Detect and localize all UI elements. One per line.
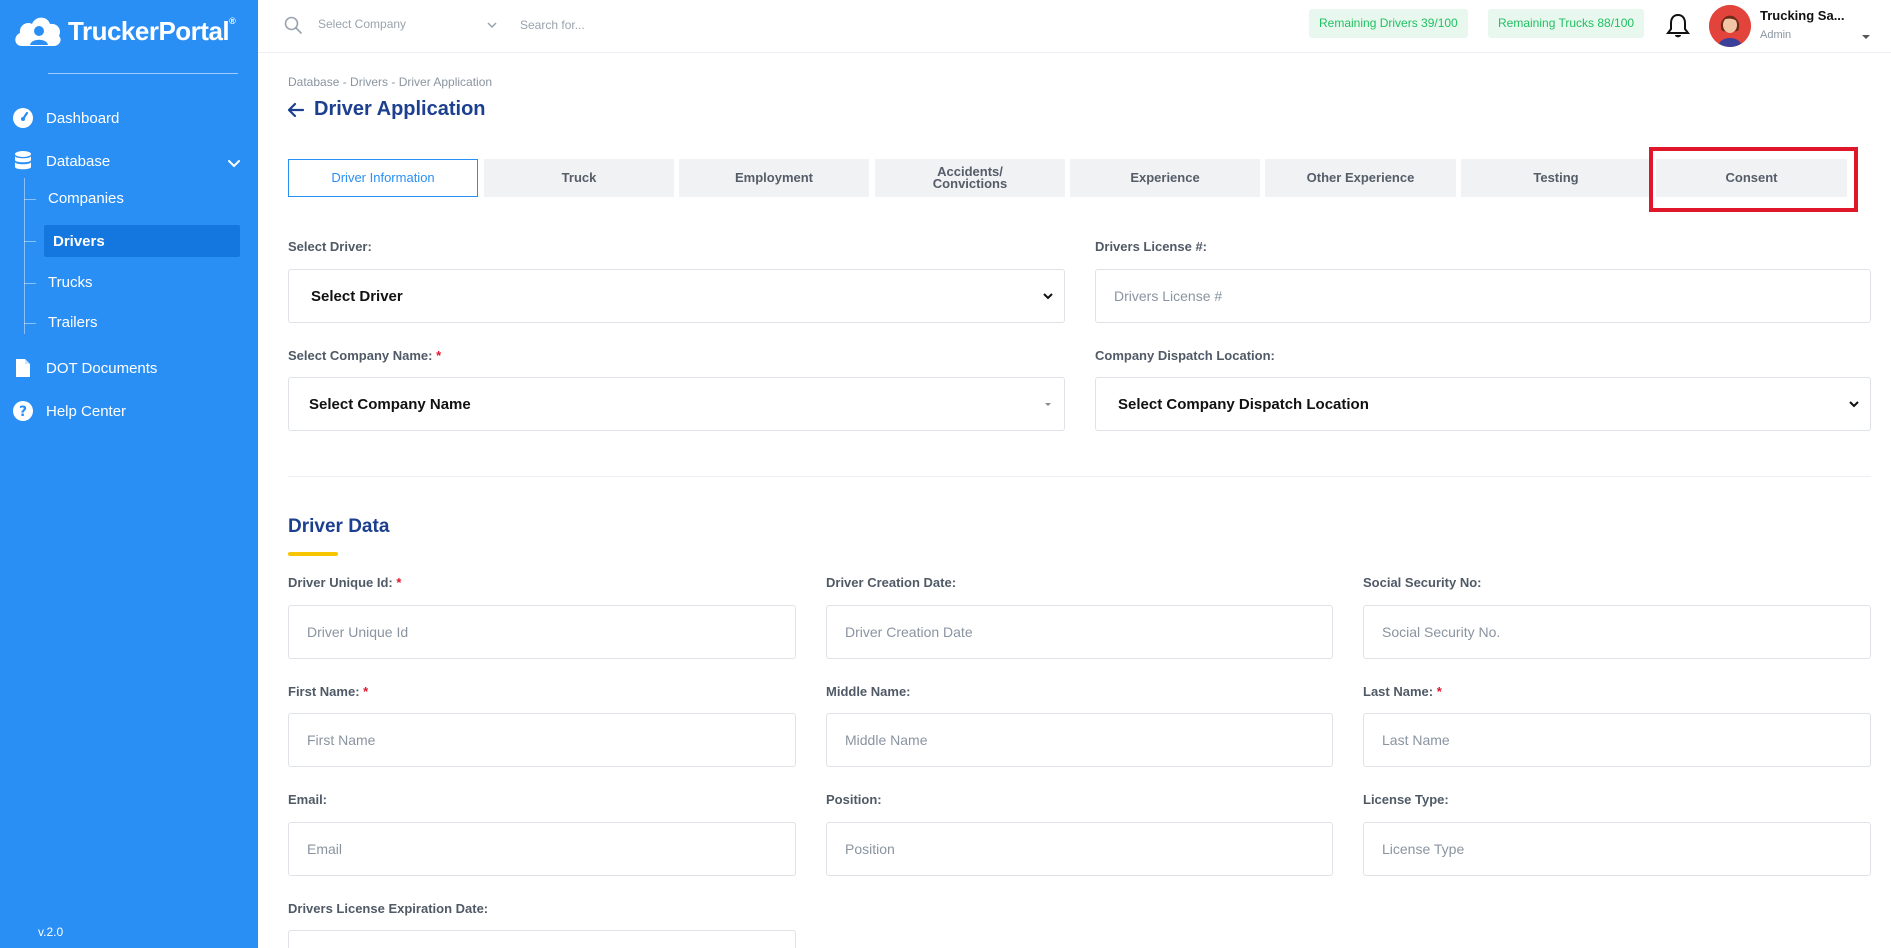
nav-dot-documents-label: DOT Documents	[46, 359, 158, 377]
drivers-license-input[interactable]: Drivers License #	[1095, 269, 1871, 323]
dispatch-location-label: Company Dispatch Location:	[1095, 348, 1275, 363]
email-input[interactable]: Email	[288, 822, 796, 876]
remaining-trucks-badge: Remaining Trucks 88/100	[1488, 9, 1645, 38]
cloud-person-icon	[15, 17, 61, 46]
submenu-tick	[24, 199, 36, 200]
dispatch-location-dropdown[interactable]: Select Company Dispatch Location	[1095, 377, 1871, 431]
app-version: v.2.0	[38, 925, 64, 939]
chevron-down-icon[interactable]	[486, 19, 498, 31]
tab-experience[interactable]: Experience	[1070, 159, 1260, 197]
license-expiration-input[interactable]	[288, 930, 796, 948]
driver-unique-id-label: Driver Unique Id: *	[288, 575, 402, 590]
tab-other-experience[interactable]: Other Experience	[1265, 159, 1456, 197]
tab-employment[interactable]: Employment	[679, 159, 869, 197]
submenu-line	[24, 178, 25, 334]
speedometer-icon	[12, 107, 34, 129]
chevron-down-icon	[1849, 401, 1859, 408]
search-icon	[284, 16, 302, 34]
search-input[interactable]	[520, 11, 820, 39]
driver-creation-date-input[interactable]: Driver Creation Date	[826, 605, 1333, 659]
license-type-input[interactable]: License Type	[1363, 822, 1871, 876]
topbar: Select Company Remaining Drivers 39/100 …	[258, 0, 1891, 53]
highlight-box	[1649, 147, 1858, 212]
last-name-input[interactable]: Last Name	[1363, 713, 1871, 767]
caret-down-icon	[1045, 403, 1051, 406]
chevron-down-icon	[1043, 293, 1053, 300]
bell-icon[interactable]	[1666, 13, 1690, 39]
nav-dashboard-label: Dashboard	[46, 109, 120, 127]
middle-name-label: Middle Name:	[826, 684, 911, 699]
nav-help-center[interactable]: ? Help Center	[12, 400, 126, 422]
nav-database-label: Database	[46, 152, 111, 170]
remaining-drivers-badge: Remaining Drivers 39/100	[1309, 9, 1468, 38]
company-name-value: Select Company Name	[309, 395, 471, 413]
middle-name-input[interactable]: Middle Name	[826, 713, 1333, 767]
caret-down-icon[interactable]	[1861, 33, 1871, 41]
submenu-tick	[24, 241, 36, 242]
email-label: Email:	[288, 792, 328, 807]
question-icon: ?	[12, 400, 34, 422]
tab-driver-information[interactable]: Driver Information	[288, 159, 478, 197]
nav-dot-documents[interactable]: DOT Documents	[12, 357, 157, 379]
select-driver-value: Select Driver	[311, 287, 403, 305]
database-icon	[12, 150, 34, 172]
sidebar-item-trailers[interactable]: Trailers	[48, 314, 97, 331]
license-type-label: License Type:	[1363, 792, 1449, 807]
last-name-label: Last Name: *	[1363, 684, 1442, 699]
nav-dashboard[interactable]: Dashboard	[12, 107, 119, 129]
svg-text:?: ?	[19, 404, 27, 420]
user-role: Admin	[1760, 29, 1792, 41]
select-driver-dropdown[interactable]: Select Driver	[288, 269, 1065, 323]
section-underline	[288, 552, 338, 556]
document-icon	[12, 357, 34, 379]
submenu-tick	[24, 323, 36, 324]
nav-database[interactable]: Database	[12, 150, 110, 172]
arrow-left-icon[interactable]	[286, 100, 306, 120]
section-divider	[288, 476, 1871, 477]
page-title: Driver Application	[314, 98, 486, 120]
sidebar-item-trucks[interactable]: Trucks	[48, 274, 92, 291]
company-name-dropdown[interactable]: Select Company Name	[288, 377, 1065, 431]
driver-unique-id-input[interactable]: Driver Unique Id	[288, 605, 796, 659]
ssn-label: Social Security No:	[1363, 575, 1482, 590]
user-name[interactable]: Trucking Sa...	[1760, 8, 1845, 23]
chevron-down-icon[interactable]	[226, 156, 242, 172]
nav-help-center-label: Help Center	[46, 402, 127, 420]
company-name-label: Select Company Name: *	[288, 348, 442, 363]
logo-divider	[48, 73, 238, 74]
breadcrumb: Database - Drivers - Driver Application	[288, 75, 493, 89]
sidebar: TruckerPortal® Dashboard Database Compan…	[0, 0, 258, 948]
logo-text: TruckerPortal®	[68, 15, 236, 46]
driver-creation-date-label: Driver Creation Date:	[826, 575, 957, 590]
ssn-input[interactable]: Social Security No.	[1363, 605, 1871, 659]
tab-accidents-line2: Convictions	[932, 176, 1008, 191]
app-logo[interactable]: TruckerPortal®	[12, 12, 236, 50]
sidebar-item-drivers[interactable]: Drivers	[44, 225, 240, 257]
position-label: Position:	[826, 792, 882, 807]
first-name-input[interactable]: First Name	[288, 713, 796, 767]
avatar[interactable]	[1709, 5, 1751, 47]
position-input[interactable]: Position	[826, 822, 1333, 876]
tab-truck[interactable]: Truck	[484, 159, 674, 197]
section-title: Driver Data	[288, 516, 390, 537]
dispatch-location-value: Select Company Dispatch Location	[1118, 395, 1369, 413]
first-name-label: First Name: *	[288, 684, 369, 699]
submenu-tick	[24, 283, 36, 284]
license-expiration-label: Drivers License Expiration Date:	[288, 901, 489, 916]
select-driver-label: Select Driver:	[288, 239, 372, 254]
tab-accidents-convictions[interactable]: Accidents/ Convictions	[875, 159, 1065, 197]
tab-testing[interactable]: Testing	[1461, 159, 1651, 197]
drivers-license-label: Drivers License #:	[1095, 239, 1208, 254]
sidebar-item-companies[interactable]: Companies	[48, 190, 124, 207]
